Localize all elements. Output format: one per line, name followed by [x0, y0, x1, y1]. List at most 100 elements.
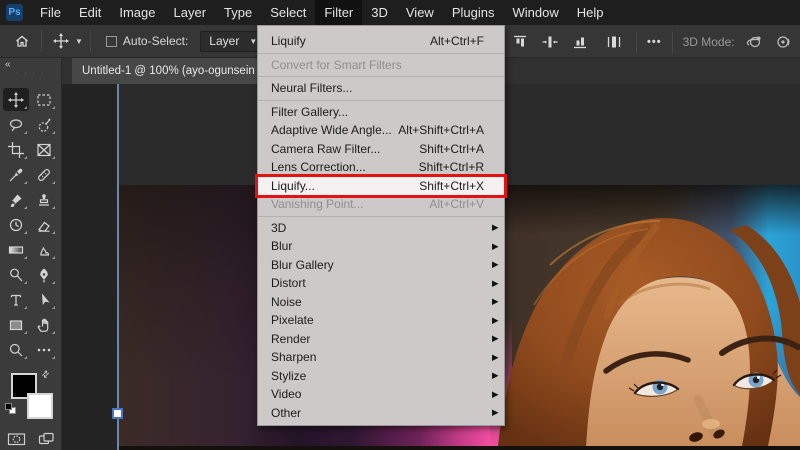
submenu-arrow-icon: ▶	[492, 388, 499, 399]
filter-menu-liquify[interactable]: Liquify... Shift+Ctrl+X	[258, 176, 504, 195]
3d-mode-label: 3D Mode:	[682, 34, 735, 49]
path-selection-tool[interactable]	[31, 288, 57, 311]
canvas-guide-line[interactable]	[117, 84, 119, 450]
filter-menu-other[interactable]: Other ▶	[258, 404, 504, 423]
photo-bottom-edge	[118, 446, 800, 450]
filter-menu-sharpen[interactable]: Sharpen ▶	[258, 348, 504, 367]
orbit-3d-icon[interactable]	[743, 30, 767, 54]
menu-layer[interactable]: Layer	[165, 0, 216, 25]
move-tool[interactable]	[3, 88, 29, 111]
filter-menu-lens-correction[interactable]: Lens Correction... Shift+Ctrl+R	[258, 158, 504, 177]
panel-grip-icon[interactable]: · · · ·	[0, 70, 61, 82]
menu-separator	[258, 214, 504, 219]
menu-type[interactable]: Type	[215, 0, 261, 25]
move-tool-icon[interactable]	[49, 29, 73, 53]
filter-menu-stylize[interactable]: Stylize ▶	[258, 367, 504, 386]
menu-window[interactable]: Window	[503, 0, 567, 25]
lasso-tool[interactable]	[3, 113, 29, 136]
filter-menu-camera-raw-filter[interactable]: Camera Raw Filter... Shift+Ctrl+A	[258, 140, 504, 159]
zoom-tool[interactable]	[3, 338, 29, 361]
filter-menu-vanishing-point[interactable]: Vanishing Point... Alt+Ctrl+V	[258, 195, 504, 214]
filter-menu-convert-smart-filters[interactable]: Convert for Smart Filters	[258, 56, 504, 75]
crop-tool[interactable]	[3, 138, 29, 161]
separator	[671, 30, 673, 53]
menubar: File Edit Image Layer Type Select Filter 3D View…	[31, 0, 612, 25]
submenu-arrow-icon: ▶	[492, 351, 499, 362]
submenu-arrow-icon: ▶	[492, 407, 499, 418]
guide-handle[interactable]	[112, 408, 123, 419]
filter-menu-distort[interactable]: Distort ▶	[258, 274, 504, 293]
align-top-icon[interactable]	[508, 30, 532, 54]
shape-tool[interactable]	[3, 313, 29, 336]
filter-dropdown-menu: Liquify Alt+Ctrl+F Convert for Smart Fil…	[257, 25, 505, 426]
filter-menu-noise[interactable]: Noise ▶	[258, 293, 504, 312]
history-brush-tool[interactable]	[3, 213, 29, 236]
eyedropper-tool[interactable]	[3, 163, 29, 186]
filter-menu-pixelate[interactable]: Pixelate ▶	[258, 311, 504, 330]
submenu-arrow-icon: ▶	[492, 296, 499, 307]
options-bar-right: ••• 3D Mode:	[508, 25, 795, 58]
tools-grid	[0, 88, 61, 363]
document-tab[interactable]: Untitled-1 @ 100% (ayo-ogunsein	[72, 58, 257, 84]
filter-menu-adaptive-wide-angle[interactable]: Adaptive Wide Angle... Alt+Shift+Ctrl+A	[258, 121, 504, 140]
distribute-horizontal-icon[interactable]	[538, 30, 562, 54]
collapse-panel-icon[interactable]: «	[0, 58, 61, 70]
quick-selection-tool[interactable]	[31, 113, 57, 136]
healing-brush-tool[interactable]	[31, 163, 57, 186]
hand-tool[interactable]	[31, 313, 57, 336]
clone-stamp-tool[interactable]	[31, 188, 57, 211]
menu-image[interactable]: Image	[110, 0, 164, 25]
align-bottom-icon[interactable]	[568, 30, 592, 54]
photoshop-logo-icon: Ps	[6, 4, 23, 21]
eraser-tool[interactable]	[31, 213, 57, 236]
screen-mode-button[interactable]	[38, 431, 55, 450]
background-color-swatch[interactable]	[27, 393, 53, 419]
quick-mask-mode-button[interactable]	[7, 431, 26, 450]
more-options-icon[interactable]: •••	[647, 36, 662, 48]
marquee-tool[interactable]	[31, 88, 57, 111]
home-icon[interactable]	[10, 29, 34, 53]
frame-tool[interactable]	[31, 138, 57, 161]
roll-3d-icon[interactable]	[771, 30, 795, 54]
default-colors-icon[interactable]	[5, 403, 16, 414]
menu-file[interactable]: File	[31, 0, 70, 25]
menu-select[interactable]: Select	[261, 0, 315, 25]
layer-dropdown-value: Layer	[209, 34, 240, 48]
auto-select-checkbox[interactable]	[105, 35, 117, 47]
filter-menu-render[interactable]: Render ▶	[258, 330, 504, 349]
edit-toolbar[interactable]	[31, 338, 57, 361]
dodge-tool[interactable]	[3, 263, 29, 286]
menu-view[interactable]: View	[397, 0, 443, 25]
separator	[41, 30, 42, 52]
filter-menu-filter-gallery[interactable]: Filter Gallery...	[258, 103, 504, 122]
menu-plugins[interactable]: Plugins	[443, 0, 504, 25]
toolbar-bottom	[0, 431, 61, 450]
filter-menu-3d[interactable]: 3D ▶	[258, 219, 504, 238]
tools-panel: « · · · · ⇄	[0, 58, 62, 450]
auto-select-label: Auto-Select:	[122, 34, 189, 48]
filter-menu-blur[interactable]: Blur ▶	[258, 237, 504, 256]
submenu-arrow-icon: ▶	[492, 277, 499, 288]
pen-tool[interactable]	[31, 263, 57, 286]
menu-filter[interactable]: Filter	[315, 0, 363, 25]
menu-separator	[258, 98, 504, 103]
menu-help[interactable]: Help	[568, 0, 613, 25]
submenu-arrow-icon: ▶	[492, 259, 499, 270]
brush-tool[interactable]	[3, 188, 29, 211]
swap-colors-icon[interactable]: ⇄	[39, 368, 52, 381]
submenu-arrow-icon: ▶	[492, 222, 499, 233]
submenu-arrow-icon: ▶	[492, 333, 499, 344]
filter-menu-neural-filters[interactable]: Neural Filters...	[258, 79, 504, 98]
chevron-down-icon[interactable]: ▼	[75, 37, 83, 46]
menu-3d[interactable]: 3D	[362, 0, 397, 25]
distribute-center-icon[interactable]	[602, 30, 626, 54]
filter-menu-liquify-repeat[interactable]: Liquify Alt+Ctrl+F	[258, 32, 504, 51]
type-tool[interactable]	[3, 288, 29, 311]
filter-menu-video[interactable]: Video ▶	[258, 385, 504, 404]
menu-separator	[258, 51, 504, 56]
gradient-tool[interactable]	[3, 238, 29, 261]
menu-edit[interactable]: Edit	[70, 0, 110, 25]
smudge-tool[interactable]	[31, 238, 57, 261]
filter-menu-blur-gallery[interactable]: Blur Gallery ▶	[258, 256, 504, 275]
menu-separator	[258, 74, 504, 79]
